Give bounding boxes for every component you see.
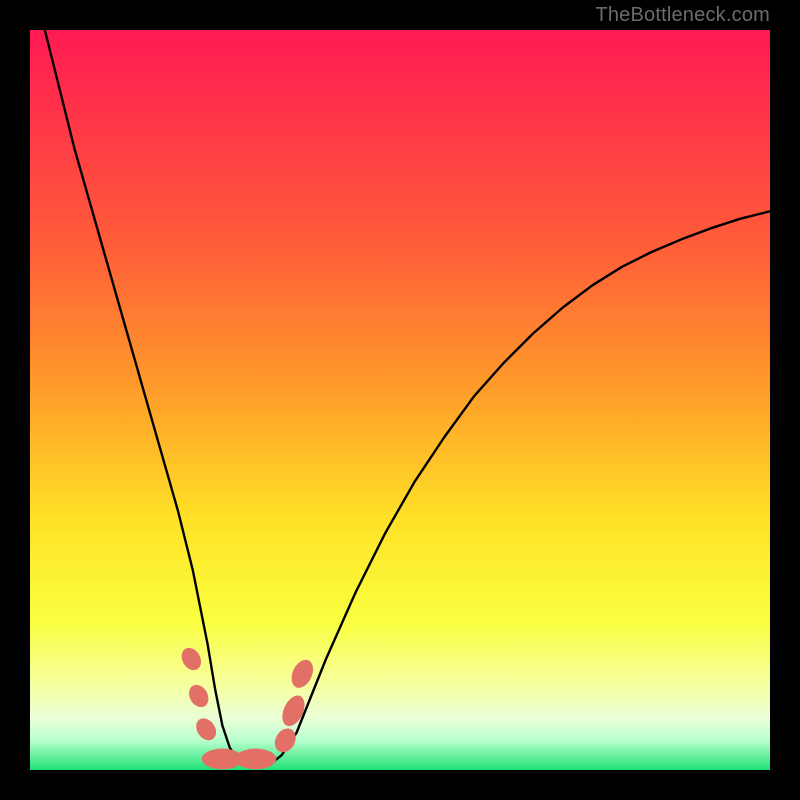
chart-frame: TheBottleneck.com <box>0 0 800 800</box>
curve-marker <box>235 749 276 770</box>
curve-marker <box>271 725 300 756</box>
curve-marker <box>178 644 205 673</box>
bottleneck-curve <box>30 30 770 763</box>
watermark-text: TheBottleneck.com <box>595 4 770 27</box>
curve-marker <box>287 656 317 691</box>
plot-area <box>30 30 770 770</box>
curve-layer <box>30 30 770 770</box>
curve-marker <box>185 681 212 710</box>
curve-markers <box>178 644 318 769</box>
curve-marker <box>192 715 220 745</box>
